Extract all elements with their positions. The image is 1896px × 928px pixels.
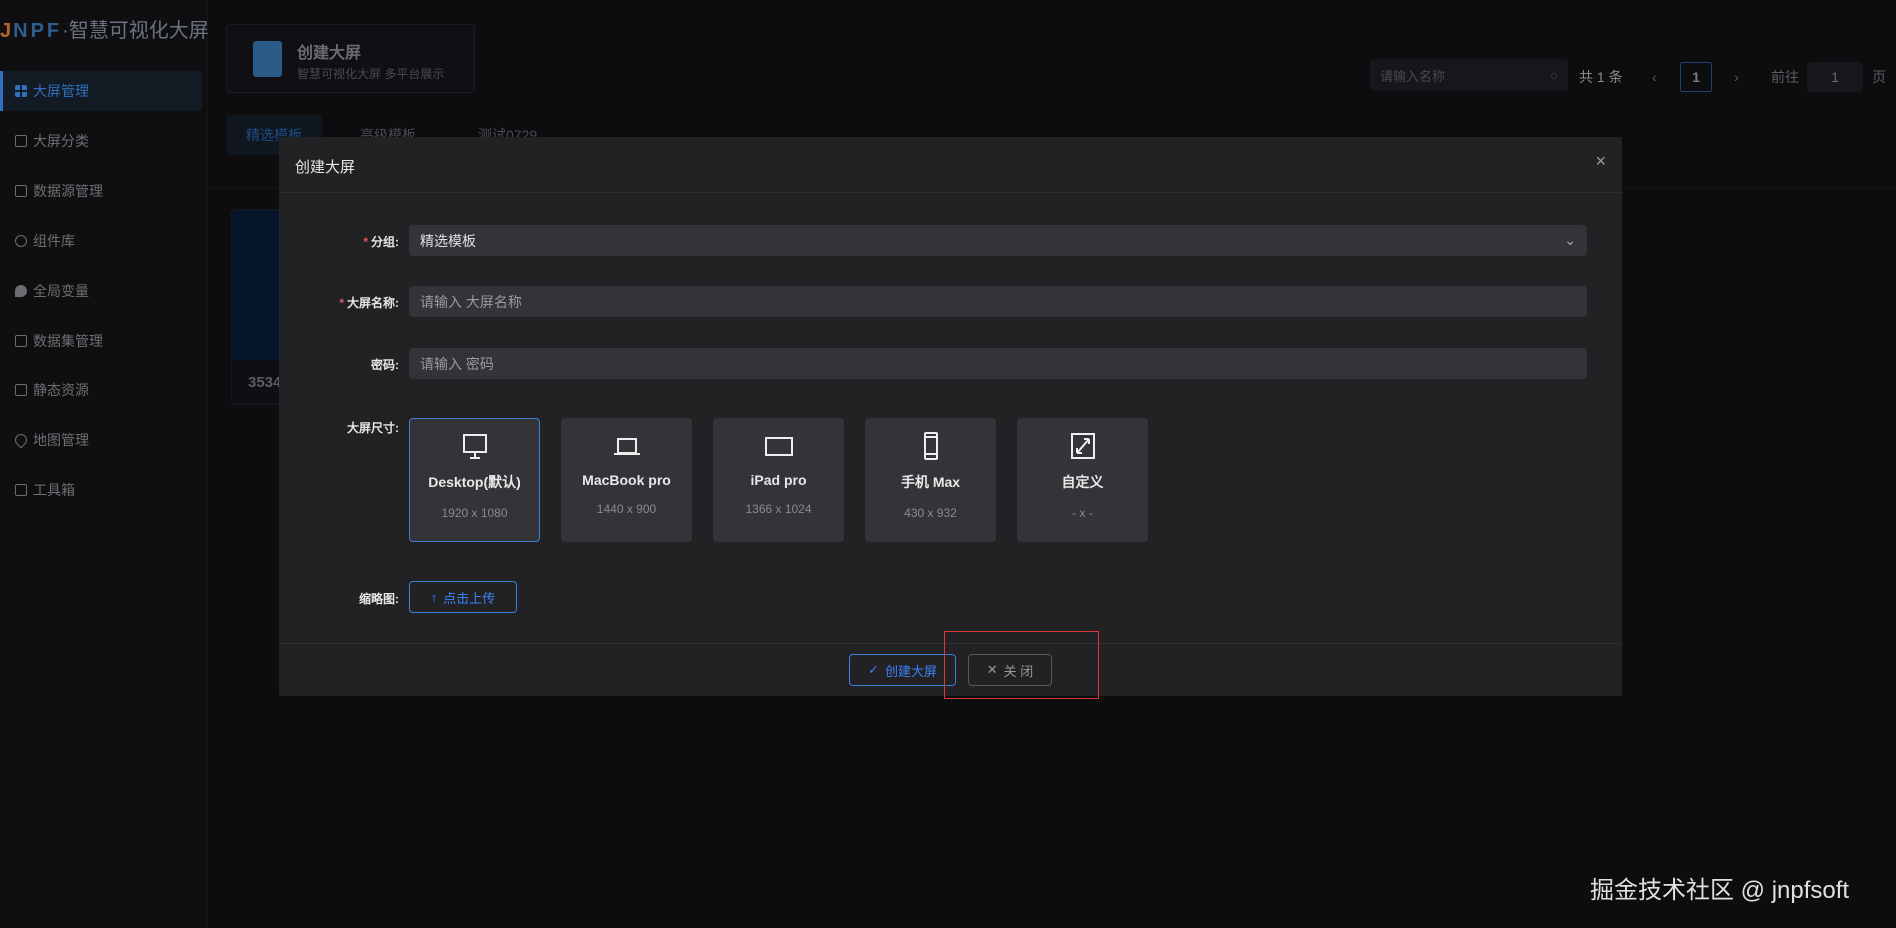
toolbox-icon	[15, 484, 27, 496]
check-icon: ✓	[868, 662, 879, 677]
dataset-icon	[15, 335, 27, 347]
tablet-icon	[764, 437, 793, 456]
sidebar-item-datasource[interactable]: 数据源管理	[0, 171, 202, 211]
thumbnail-label: 缩略图:	[359, 592, 399, 606]
header-card-title: 创建大屏	[297, 45, 362, 62]
screen-name-input[interactable]: 请输入 大屏名称	[409, 286, 1587, 317]
sidebar-item-toolbox[interactable]: 工具箱	[0, 470, 202, 510]
sidebar-item-datasets[interactable]: 数据集管理	[0, 321, 202, 361]
component-icon	[15, 235, 27, 247]
size-option-custom[interactable]: 自定义 - x -	[1017, 418, 1148, 542]
sidebar-item-screen-category[interactable]: 大屏分类	[0, 121, 202, 161]
sidebar: JNPF·智慧可视化大屏 大屏管理 大屏分类 数据源管理 组件库 全局变量 数据…	[0, 0, 209, 928]
search-input[interactable]: 请输入名称 ○	[1370, 59, 1568, 91]
close-icon[interactable]: ×	[1595, 151, 1606, 172]
sidebar-item-maps[interactable]: 地图管理	[0, 420, 202, 460]
phone-icon	[923, 432, 938, 460]
folder-icon	[15, 135, 27, 147]
size-option-macbook[interactable]: MacBook pro 1440 x 900	[561, 418, 692, 542]
search-icon[interactable]: ○	[1550, 68, 1558, 83]
pagination-goto-input[interactable]: 1	[1807, 62, 1863, 92]
resource-icon	[15, 384, 27, 396]
laptop-icon	[613, 438, 640, 455]
highlight-box	[944, 631, 1099, 699]
monitor-icon	[462, 434, 487, 459]
document-icon	[253, 41, 282, 77]
pagination-goto-label: 前往	[1771, 69, 1799, 85]
create-screen-button[interactable]: ✓ 创建大屏	[849, 654, 956, 686]
pagination-prev[interactable]: ‹	[1652, 62, 1657, 92]
chevron-down-icon: ⌄	[1564, 232, 1576, 248]
header-card-subtitle: 智慧可视化大屏 多平台展示	[297, 67, 445, 81]
upload-icon: ↑	[430, 589, 438, 605]
size-label: 大屏尺寸:	[347, 421, 399, 435]
size-option-phone[interactable]: 手机 Max 430 x 932	[865, 418, 996, 542]
watermark: 掘金技术社区 @ jnpfsoft	[1590, 877, 1850, 904]
dialog-header: 创建大屏 ×	[279, 137, 1622, 193]
bulb-icon	[15, 285, 27, 297]
name-label: * 大屏名称:	[339, 296, 399, 310]
pagination-total: 共 1 条	[1579, 69, 1623, 85]
group-select[interactable]: 精选模板 ⌄	[409, 225, 1587, 256]
map-pin-icon	[12, 431, 30, 449]
group-label: * 分组:	[363, 235, 399, 249]
create-screen-card[interactable]: 创建大屏 智慧可视化大屏 多平台展示	[226, 24, 475, 93]
logo: JNPF·智慧可视化大屏	[0, 20, 209, 42]
sidebar-item-global-vars[interactable]: 全局变量	[0, 271, 202, 311]
size-option-ipad[interactable]: iPad pro 1366 x 1024	[713, 418, 844, 542]
sidebar-item-components[interactable]: 组件库	[0, 221, 202, 261]
pagination-next[interactable]: ›	[1734, 62, 1739, 92]
sidebar-item-static-resources[interactable]: 静态资源	[0, 370, 202, 410]
pagination-page-unit: 页	[1872, 69, 1886, 85]
expand-icon	[1070, 433, 1095, 459]
password-input[interactable]: 请输入 密码	[409, 348, 1587, 379]
dialog-title: 创建大屏	[295, 159, 356, 176]
password-label: 密码:	[371, 358, 399, 372]
size-option-desktop[interactable]: Desktop(默认) 1920 x 1080	[409, 418, 540, 542]
grid-icon	[15, 85, 27, 97]
database-icon	[15, 185, 27, 197]
sidebar-item-screen-management[interactable]: 大屏管理	[0, 71, 202, 111]
create-screen-dialog: 创建大屏 × * 分组: 精选模板 ⌄ * 大屏名称: 请输入 大屏名称 密码: 请输…	[279, 137, 1622, 696]
pagination-current-page[interactable]: 1	[1680, 62, 1712, 92]
upload-button[interactable]: ↑ 点击上传	[409, 581, 517, 613]
